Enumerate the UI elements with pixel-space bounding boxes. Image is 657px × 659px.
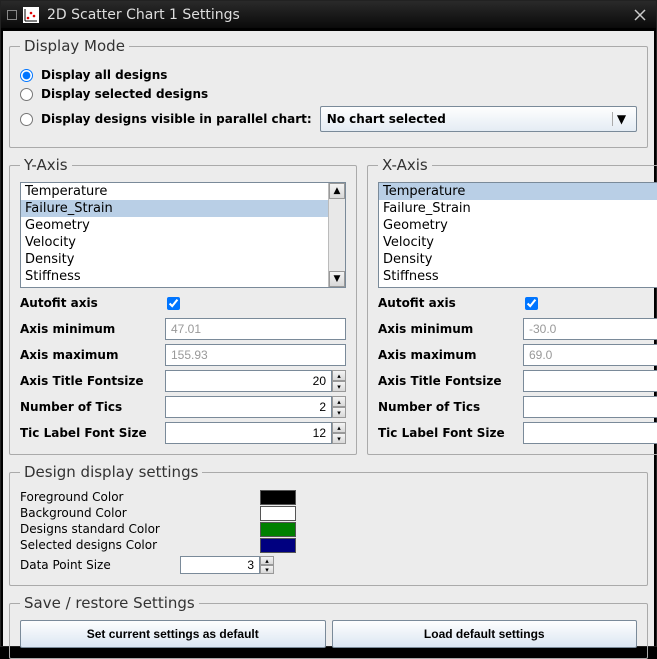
y-ticlabelfs-spinner[interactable]: ▴▾ (332, 422, 346, 444)
x-max-label: Axis maximum (378, 348, 523, 362)
list-item[interactable]: Velocity (21, 234, 328, 251)
sel-color-label: Selected designs Color (20, 538, 260, 552)
list-item[interactable]: Density (379, 251, 657, 268)
list-item[interactable]: Stiffness (379, 268, 657, 285)
pt-size-input[interactable] (180, 556, 260, 574)
system-menu-icon[interactable] (7, 10, 17, 20)
radio-display-selected-label: Display selected designs (41, 87, 208, 101)
save-restore-legend: Save / restore Settings (20, 594, 199, 612)
x-autofit-label: Autofit axis (378, 296, 523, 310)
x-max-input[interactable] (523, 344, 657, 366)
list-item[interactable]: Temperature (21, 183, 328, 200)
list-item[interactable]: Geometry (21, 217, 328, 234)
x-autofit-checkbox[interactable] (525, 297, 538, 310)
y-tics-label: Number of Tics (20, 400, 165, 414)
y-max-label: Axis maximum (20, 348, 165, 362)
list-item[interactable]: Temperature (379, 183, 657, 200)
titlebar[interactable]: 2D Scatter Chart 1 Settings (1, 1, 656, 29)
y-max-input[interactable] (165, 344, 346, 366)
scroll-up-icon[interactable]: ▲ (329, 183, 345, 199)
y-autofit-checkbox[interactable] (167, 297, 180, 310)
fg-color-swatch[interactable] (260, 490, 296, 505)
x-axis-listbox[interactable]: TemperatureFailure_StrainGeometryVelocit… (378, 182, 657, 288)
std-color-label: Designs standard Color (20, 522, 260, 536)
scroll-down-icon[interactable]: ▼ (329, 271, 345, 287)
x-axis-group: X-Axis TemperatureFailure_StrainGeometry… (367, 156, 657, 455)
close-button[interactable] (630, 5, 650, 25)
y-titlefs-input[interactable] (165, 370, 332, 392)
load-default-button[interactable]: Load default settings (332, 620, 638, 648)
design-display-legend: Design display settings (20, 463, 202, 481)
list-item[interactable]: Failure_Strain (21, 200, 328, 217)
window-title: 2D Scatter Chart 1 Settings (47, 7, 630, 23)
y-tics-input[interactable] (165, 396, 332, 418)
y-titlefs-spinner[interactable]: ▴▾ (332, 370, 346, 392)
x-tics-input[interactable] (523, 396, 657, 418)
y-ticlabelfs-label: Tic Label Font Size (20, 426, 165, 440)
fg-color-label: Foreground Color (20, 490, 260, 504)
design-display-group: Design display settings Foreground Color… (9, 463, 648, 586)
list-item[interactable]: Density (21, 251, 328, 268)
pt-size-spinner[interactable]: ▴▾ (260, 556, 274, 574)
bg-color-swatch[interactable] (260, 506, 296, 521)
save-restore-group: Save / restore Settings Set current sett… (9, 594, 648, 659)
radio-display-all-label: Display all designs (41, 68, 167, 82)
parallel-chart-combo[interactable]: No chart selected ▼ (320, 106, 637, 132)
x-axis-legend: X-Axis (378, 156, 432, 174)
x-ticlabelfs-label: Tic Label Font Size (378, 426, 523, 440)
radio-display-all[interactable] (20, 69, 33, 82)
y-autofit-label: Autofit axis (20, 296, 165, 310)
list-item[interactable]: Stiffness (21, 268, 328, 285)
set-default-button[interactable]: Set current settings as default (20, 620, 326, 648)
list-item[interactable]: Failure_Strain (379, 200, 657, 217)
app-icon (23, 7, 39, 23)
y-min-label: Axis minimum (20, 322, 165, 336)
x-min-input[interactable] (523, 318, 657, 340)
display-mode-legend: Display Mode (20, 37, 129, 55)
radio-display-selected[interactable] (20, 88, 33, 101)
y-axis-listbox[interactable]: TemperatureFailure_StrainGeometryVelocit… (20, 182, 346, 288)
list-item[interactable]: Geometry (379, 217, 657, 234)
x-tics-label: Number of Tics (378, 400, 523, 414)
y-tics-spinner[interactable]: ▴▾ (332, 396, 346, 418)
std-color-swatch[interactable] (260, 522, 296, 537)
x-ticlabelfs-input[interactable] (523, 422, 657, 444)
y-axis-group: Y-Axis TemperatureFailure_StrainGeometry… (9, 156, 357, 455)
y-axis-legend: Y-Axis (20, 156, 72, 174)
x-titlefs-label: Axis Title Fontsize (378, 374, 523, 388)
pt-size-label: Data Point Size (20, 558, 180, 572)
y-min-input[interactable] (165, 318, 346, 340)
y-axis-scrollbar[interactable]: ▲ ▼ (328, 183, 345, 287)
x-titlefs-input[interactable] (523, 370, 657, 392)
display-mode-group: Display Mode Display all designs Display… (9, 37, 648, 148)
content-area: Display Mode Display all designs Display… (3, 31, 654, 646)
list-item[interactable]: Velocity (379, 234, 657, 251)
parallel-chart-combo-value: No chart selected (327, 112, 612, 126)
x-min-label: Axis minimum (378, 322, 523, 336)
radio-display-parallel[interactable] (20, 113, 33, 126)
sel-color-swatch[interactable] (260, 538, 296, 553)
radio-display-parallel-label: Display designs visible in parallel char… (41, 112, 312, 126)
bg-color-label: Background Color (20, 506, 260, 520)
chevron-down-icon: ▼ (612, 112, 630, 126)
settings-window: 2D Scatter Chart 1 Settings Display Mode… (0, 0, 657, 647)
y-titlefs-label: Axis Title Fontsize (20, 374, 165, 388)
y-ticlabelfs-input[interactable] (165, 422, 332, 444)
